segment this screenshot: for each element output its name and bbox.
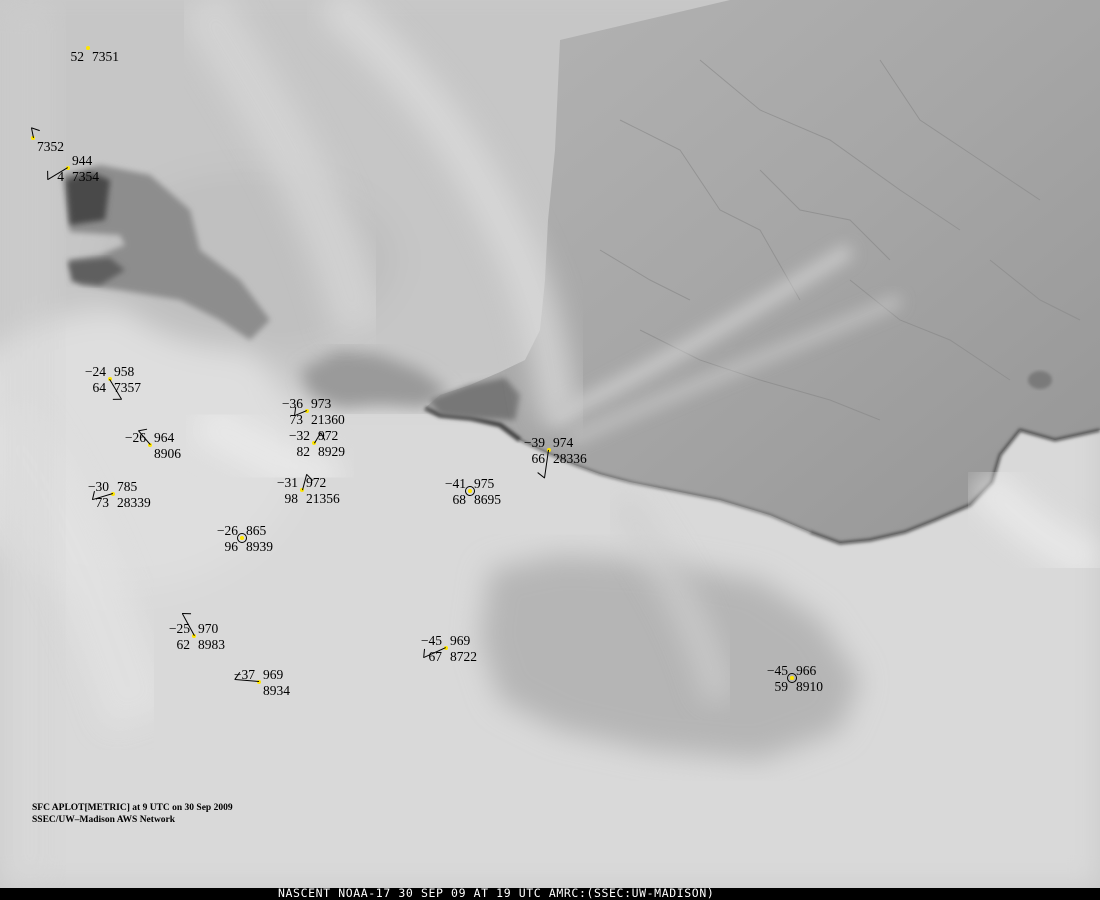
dewpoint-label: 59	[774, 679, 789, 694]
pressure-label: 865	[246, 523, 267, 538]
pressure-label: 966	[796, 663, 817, 678]
station-id-label: 21360	[311, 412, 345, 427]
image-footer-bar: NASCENT NOAA-17 30 SEP 09 AT 19 UTC AMRC…	[0, 886, 1100, 900]
temperature-label: −26	[124, 430, 146, 445]
pressure-label: 785	[117, 479, 138, 494]
pressure-label: 972	[306, 475, 327, 490]
pressure-label: 958	[114, 364, 135, 379]
pressure-label: 973	[311, 396, 332, 411]
dewpoint-label: 62	[176, 637, 191, 652]
temperature-label: −25	[168, 621, 190, 636]
dewpoint-label: 73	[95, 495, 110, 510]
temperature-label: −24	[84, 364, 106, 379]
temperature-label: −37	[233, 667, 255, 682]
footer-text: NASCENT NOAA-17 30 SEP 09 AT 19 UTC AMRC…	[278, 886, 715, 900]
station-id-label: 8910	[796, 679, 823, 694]
plot-caption: SFC APLOT[METRIC] at 9 UTC on 30 Sep 200…	[32, 802, 233, 826]
dewpoint-label: 64	[92, 380, 107, 395]
dewpoint-label: 52	[70, 49, 85, 64]
station-id-label: 7352	[37, 139, 64, 154]
temperature-label: −45	[420, 633, 442, 648]
temperature-label: −26	[216, 523, 238, 538]
dewpoint-label: 82	[296, 444, 311, 459]
temperature-label: −41	[444, 476, 466, 491]
station-id-label: 8929	[318, 444, 345, 459]
caption-line-1: SFC APLOT[METRIC] at 9 UTC on 30 Sep 200…	[32, 803, 233, 813]
station-dot	[86, 46, 90, 50]
temperature-label: −45	[766, 663, 788, 678]
station-id-label: 7357	[114, 380, 141, 395]
dewpoint-label: 4	[57, 169, 64, 184]
station-id-label: 21356	[306, 491, 340, 506]
station-id-label: 8906	[154, 446, 181, 461]
pressure-label: 969	[450, 633, 471, 648]
pressure-label: 944	[72, 153, 93, 168]
pressure-label: 970	[198, 621, 219, 636]
dewpoint-label: 98	[284, 491, 299, 506]
pressure-label: 974	[553, 435, 574, 450]
station-id-label: 8934	[263, 683, 290, 698]
station-id-label: 8939	[246, 539, 273, 554]
dewpoint-label: 66	[531, 451, 546, 466]
temperature-label: −39	[523, 435, 545, 450]
dewpoint-label: 73	[289, 412, 304, 427]
station-id-label: 8695	[474, 492, 501, 507]
pressure-label: 964	[154, 430, 175, 445]
temperature-label: −31	[276, 475, 298, 490]
satellite-map: 52 7351 7352 944 4 7354 −24 958 64 7357 −36 973 73 21…	[0, 0, 1100, 888]
temperature-label: −30	[87, 479, 109, 494]
dewpoint-label: 68	[452, 492, 467, 507]
station-id-label: 28336	[553, 451, 587, 466]
dewpoint-label: 67	[428, 649, 443, 664]
pressure-label: 975	[474, 476, 495, 491]
dewpoint-label: 96	[224, 539, 239, 554]
caption-line-2: SSEC/UW–Madison AWS Network	[32, 815, 176, 825]
station-id-label: 8983	[198, 637, 225, 652]
pressure-label: 969	[263, 667, 284, 682]
station-id-label: 7351	[92, 49, 119, 64]
station-id-label: 28339	[117, 495, 151, 510]
station-id-label: 7354	[72, 169, 99, 184]
temperature-label: −32	[288, 428, 310, 443]
station-id-label: 8722	[450, 649, 477, 664]
pressure-label: 972	[318, 428, 339, 443]
temperature-label: −36	[281, 396, 303, 411]
